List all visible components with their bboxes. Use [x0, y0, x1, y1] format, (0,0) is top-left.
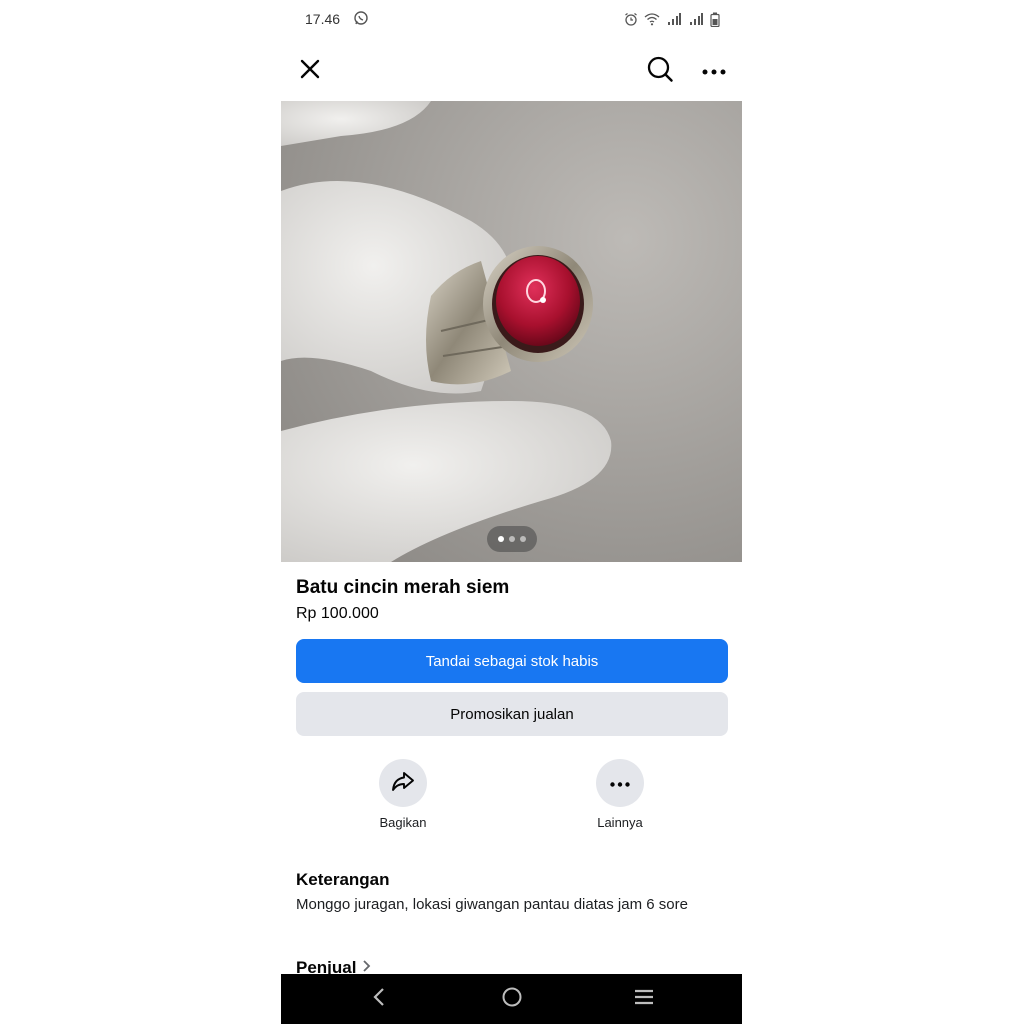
signal-icon	[666, 12, 682, 26]
share-icon	[391, 770, 415, 797]
nav-back-button[interactable]	[359, 984, 399, 1014]
back-icon	[372, 987, 386, 1012]
marketplace-listing-screen: 17.46 Batu cincin merah siem Rp 100.000 …	[281, 0, 742, 1024]
close-icon	[299, 58, 321, 85]
search-icon	[646, 55, 674, 88]
pagination-dot	[509, 536, 515, 542]
product-photo-illustration	[281, 101, 742, 562]
search-button[interactable]	[641, 52, 679, 90]
mark-sold-button[interactable]: Tandai sebagai stok habis	[296, 639, 728, 683]
signal-icon	[688, 12, 704, 26]
pagination-dot	[520, 536, 526, 542]
status-icons	[624, 10, 720, 28]
more-actions-button[interactable]: Lainnya	[580, 759, 660, 830]
more-horizontal-icon	[702, 62, 726, 80]
share-label: Bagikan	[379, 815, 427, 830]
product-title: Batu cincin merah siem	[296, 577, 510, 598]
photo-pagination	[487, 526, 537, 552]
close-button[interactable]	[293, 54, 327, 88]
battery-icon	[710, 12, 720, 27]
status-bar: 17.46	[281, 0, 742, 38]
recents-icon	[633, 988, 655, 1011]
more-label: Lainnya	[597, 815, 643, 830]
share-button[interactable]: Bagikan	[363, 759, 443, 830]
pagination-dot	[498, 536, 504, 542]
more-options-button[interactable]	[695, 52, 733, 90]
product-photo[interactable]	[281, 101, 742, 562]
alarm-icon	[624, 12, 638, 26]
whatsapp-icon	[353, 10, 369, 26]
product-price: Rp 100.000	[296, 605, 379, 622]
status-time: 17.46	[305, 11, 341, 27]
description-text: Monggo juragan, lokasi giwangan pantau d…	[296, 896, 688, 913]
share-icon-circle	[379, 759, 427, 807]
more-horizontal-icon	[610, 774, 630, 792]
system-navigation-bar	[281, 974, 742, 1024]
nav-recents-button[interactable]	[624, 984, 664, 1014]
more-icon-circle	[596, 759, 644, 807]
home-icon	[501, 986, 523, 1013]
promote-listing-button[interactable]: Promosikan jualan	[296, 692, 728, 736]
nav-home-button[interactable]	[492, 984, 532, 1014]
description-heading: Keterangan	[296, 870, 390, 889]
wifi-icon	[644, 12, 660, 26]
top-app-bar	[281, 46, 742, 94]
